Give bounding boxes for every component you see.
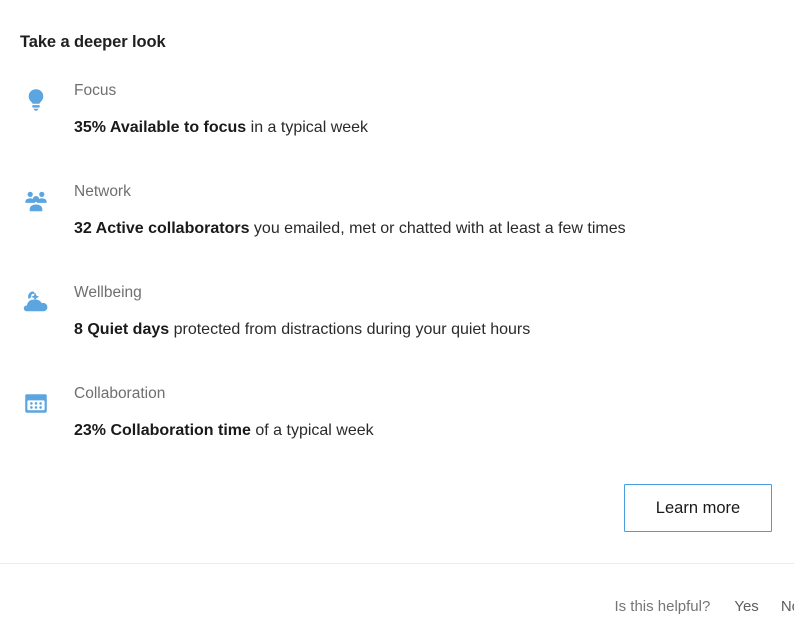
insight-stat-value: 32 Active collaborators: [74, 220, 250, 237]
insight-label: Wellbeing: [74, 284, 142, 301]
insight-row-collaboration[interactable]: Collaboration 23% Collaboration time of …: [0, 381, 794, 482]
insight-stat-description: protected from distractions during your …: [169, 321, 531, 338]
insight-body: Focus 35% Available to focus in a typica…: [74, 78, 784, 139]
insight-stat: 23% Collaboration time of a typical week: [74, 420, 784, 442]
people-group-icon: [22, 187, 50, 215]
insight-label: Focus: [74, 82, 117, 99]
insight-stat-value: 8 Quiet days: [74, 321, 170, 338]
footer-divider: [0, 563, 794, 564]
insight-stat-description: of a typical week: [250, 422, 374, 439]
feedback-no-button[interactable]: No: [781, 598, 794, 615]
insight-row-focus[interactable]: Focus 35% Available to focus in a typica…: [0, 78, 794, 179]
insight-stat-value: 35% Available to focus: [74, 119, 247, 136]
insight-row-wellbeing[interactable]: Wellbeing 8 Quiet days protected from di…: [0, 280, 794, 381]
feedback-footer: Is this helpful? Yes No: [0, 586, 794, 626]
insight-stat-description: in a typical week: [246, 119, 369, 136]
insight-label: Network: [74, 183, 131, 200]
insight-stat: 8 Quiet days protected from distractions…: [74, 319, 784, 341]
feedback-yes-button[interactable]: Yes: [734, 598, 758, 615]
insight-stat: 32 Active collaborators you emailed, met…: [74, 218, 784, 240]
lightbulb-icon: [22, 86, 50, 114]
insight-row-network[interactable]: Network 32 Active collaborators you emai…: [0, 179, 794, 280]
learn-more-button[interactable]: Learn more: [624, 484, 772, 532]
take-a-deeper-look-card: Take a deeper look Focus 35% Available t…: [0, 0, 794, 632]
moon-cloud-icon: [22, 288, 50, 316]
feedback-question: Is this helpful?: [614, 597, 711, 615]
insight-stat-value: 23% Collaboration time: [74, 422, 251, 439]
insight-list: Focus 35% Available to focus in a typica…: [0, 78, 794, 482]
insight-label: Collaboration: [74, 385, 166, 402]
learn-more-container: Learn more: [624, 484, 772, 532]
page-title: Take a deeper look: [20, 33, 166, 51]
calendar-icon: [22, 389, 50, 417]
insight-body: Network 32 Active collaborators you emai…: [74, 179, 784, 240]
insight-stat: 35% Available to focus in a typical week: [74, 117, 784, 139]
insight-body: Collaboration 23% Collaboration time of …: [74, 381, 784, 442]
insight-stat-description: you emailed, met or chatted with at leas…: [249, 220, 626, 237]
insight-body: Wellbeing 8 Quiet days protected from di…: [74, 280, 784, 341]
